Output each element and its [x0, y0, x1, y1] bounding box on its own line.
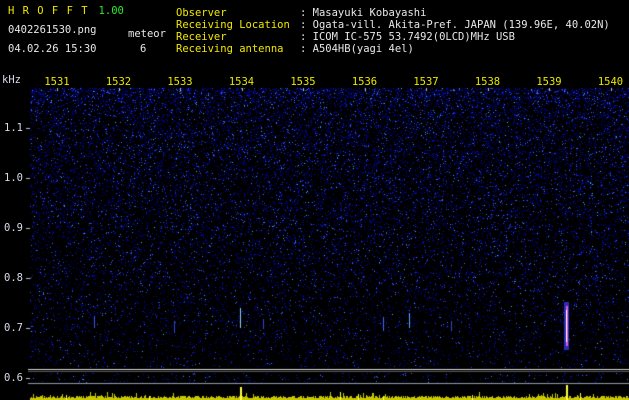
output-filename: 0402261530.png — [8, 24, 97, 36]
spectrogram-canvas — [0, 0, 629, 400]
info-label: Receiving Location — [176, 19, 290, 31]
info-label: Observer — [176, 7, 227, 19]
info-value: : Ogata-vill. Akita-Pref. JAPAN (139.96E… — [300, 19, 610, 31]
info-row-antenna: Receiving antenna : A504HB(yagi 4el) — [176, 43, 414, 55]
info-label: Receiving antenna — [176, 43, 284, 55]
hrofft-window: H R O F F T 1.00 0402261530.png meteor 04… — [0, 0, 629, 400]
info-value: : A504HB(yagi 4el) — [300, 43, 414, 55]
info-value: : Masayuki Kobayashi — [300, 7, 427, 19]
info-row-location: Receiving Location : Ogata-vill. Akita-Pr… — [176, 19, 610, 31]
app-version: 1.00 — [98, 5, 124, 17]
freq-axis-unit-label: kHz — [2, 74, 21, 86]
timestamp: 04.02.26 15:30 — [8, 43, 97, 55]
info-row-observer: Observer : Masayuki Kobayashi — [176, 7, 426, 19]
app-title: H R O F F T — [8, 5, 89, 17]
info-label: Receiver — [176, 31, 227, 43]
meteor-count: 6 — [140, 43, 147, 55]
info-value: : ICOM IC-575 53.7492(0LCD)MHz USB — [300, 31, 515, 43]
info-row-receiver: Receiver : ICOM IC-575 53.7492(0LCD)MHz U… — [176, 31, 515, 43]
app-brand: H R O F F T 1.00 — [8, 5, 124, 17]
observation-mode-label: meteor — [128, 28, 166, 40]
